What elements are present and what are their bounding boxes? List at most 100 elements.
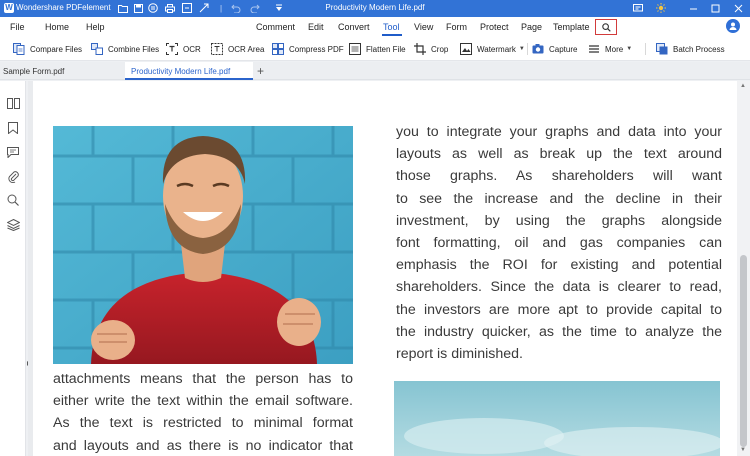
scroll-up-icon[interactable]: ▲ <box>740 83 746 89</box>
ocr-area-label: OCR Area <box>228 44 265 54</box>
text-line: report is diminished. <box>396 345 523 362</box>
toolbar-divider <box>645 43 646 55</box>
menu-form[interactable]: Form <box>446 22 467 32</box>
account-avatar[interactable] <box>726 19 740 33</box>
ocr-area-button[interactable]: OCR Area <box>211 42 264 56</box>
feedback-icon[interactable] <box>631 1 645 15</box>
more-button[interactable]: More ▼ <box>588 42 632 56</box>
ocr-icon <box>166 43 178 55</box>
share-icon[interactable] <box>197 1 211 15</box>
menu-file[interactable]: File <box>10 22 25 32</box>
redo-icon[interactable] <box>248 1 262 15</box>
more-dropdown-icon: ▼ <box>626 46 633 52</box>
close-icon[interactable] <box>731 1 745 15</box>
menu-convert[interactable]: Convert <box>338 22 370 32</box>
flatten-file-label: Flatten File <box>366 44 406 54</box>
menu-template[interactable]: Template <box>553 22 590 32</box>
menu-bar: File Home Help Comment Edit Convert Tool… <box>0 17 750 37</box>
compare-files-icon <box>13 43 25 55</box>
tab-sample-form[interactable]: Sample Form.pdf <box>0 62 124 80</box>
text-line: those graphs. As shareholders will want <box>396 168 722 185</box>
menu-protect[interactable]: Protect <box>480 22 509 32</box>
batch-process-label: Batch Process <box>673 44 725 54</box>
folder-icon[interactable] <box>116 1 130 15</box>
more-label: More <box>605 44 624 54</box>
menu-help[interactable]: Help <box>86 22 105 32</box>
app-title: Wondershare PDFelement <box>16 3 111 12</box>
document-tabs: Sample Form.pdf Productivity Modern Life… <box>0 62 750 80</box>
batch-process-icon <box>656 43 668 55</box>
watermark-icon <box>460 43 472 55</box>
compress-pdf-icon <box>272 43 284 55</box>
watermark-button[interactable]: Watermark ▼ <box>460 42 525 56</box>
bookmark-icon[interactable] <box>5 120 21 136</box>
menu-page[interactable]: Page <box>521 22 542 32</box>
text-line: shareholders. Since the data is clearer … <box>396 279 722 296</box>
menu-home[interactable]: Home <box>45 22 69 32</box>
text-line: font formatting, oil and gas companies c… <box>396 234 722 251</box>
maximize-icon[interactable] <box>708 1 722 15</box>
menu-comment[interactable]: Comment <box>256 22 295 32</box>
menu-lines-icon <box>589 45 599 53</box>
comment-icon[interactable] <box>5 144 21 160</box>
user-icon <box>729 22 737 30</box>
app-window: W Wondershare PDFelement | Productivity … <box>0 0 750 456</box>
layers-icon[interactable] <box>5 217 21 233</box>
batch-process-button[interactable]: Batch Process <box>656 42 725 56</box>
text-line: and layouts and as there is no indicator… <box>53 437 353 454</box>
excited-man-photo <box>53 126 353 364</box>
print-icon[interactable] <box>163 1 177 15</box>
theme-sun-icon[interactable] <box>654 1 668 15</box>
watermark-dropdown-icon: ▼ <box>518 46 525 52</box>
text-line: the investors are more apt to provide ca… <box>396 301 722 318</box>
customize-toolbar-icon[interactable] <box>272 1 286 15</box>
tab-productivity-modern-life[interactable]: Productivity Modern Life.pdf <box>125 62 253 80</box>
attachment-icon[interactable] <box>5 169 21 185</box>
active-menu-indicator <box>382 34 402 36</box>
compress-pdf-label: Compress PDF <box>289 44 344 54</box>
menu-tool[interactable]: Tool <box>383 22 400 32</box>
crop-icon <box>414 43 426 55</box>
text-line: emphasis the ROI for existing and potent… <box>396 257 722 274</box>
search-icon <box>601 22 611 32</box>
ocr-area-icon <box>211 43 223 55</box>
camera-icon <box>532 44 544 54</box>
compare-files-button[interactable]: Compare Files <box>13 42 82 56</box>
minimize-icon[interactable] <box>686 1 700 15</box>
scroll-thumb[interactable] <box>740 255 747 447</box>
thumbnails-icon[interactable] <box>5 95 21 111</box>
combine-files-icon <box>91 43 103 55</box>
text-line: attachments means that the person has to <box>53 371 353 387</box>
text-line: As the text is restricted to minimal for… <box>53 415 353 432</box>
text-line: you to integrate your graphs and data in… <box>396 124 722 140</box>
compress-pdf-button[interactable]: Compress PDF <box>272 42 344 56</box>
combine-files-button[interactable]: Combine Files <box>91 42 159 56</box>
pdf-page: you to integrate your graphs and data in… <box>33 81 737 456</box>
capture-button[interactable]: Capture <box>532 42 577 56</box>
compare-files-label: Compare Files <box>30 44 83 54</box>
flatten-file-button[interactable]: Flatten File <box>349 42 406 56</box>
ocr-button[interactable]: OCR <box>166 42 201 56</box>
text-line: layouts as well as break up the text aro… <box>396 146 722 163</box>
mail-icon[interactable] <box>146 1 160 15</box>
crop-button[interactable]: Crop <box>414 42 448 56</box>
menu-view[interactable]: View <box>414 22 433 32</box>
title-bar: W Wondershare PDFelement | Productivity … <box>0 0 750 17</box>
menu-edit[interactable]: Edit <box>308 22 324 32</box>
combine-files-label: Combine Files <box>108 44 160 54</box>
search-panel-icon[interactable] <box>5 192 21 208</box>
ocr-quick-icon[interactable] <box>180 1 194 15</box>
app-logo-icon: W <box>4 3 14 13</box>
capture-label: Capture <box>549 44 578 54</box>
text-line: to see the increase and the decline in t… <box>396 190 722 207</box>
scroll-down-icon[interactable]: ▼ <box>740 447 746 453</box>
left-sidebar <box>0 81 26 456</box>
toolbar-divider <box>527 43 528 55</box>
save-icon[interactable] <box>131 1 145 15</box>
add-tab-icon[interactable]: + <box>257 64 264 78</box>
undo-icon[interactable] <box>229 1 243 15</box>
left-column-text: attachments means that the person has to… <box>53 368 353 456</box>
search-button[interactable] <box>595 19 617 35</box>
tool-ribbon: Compare Files Combine Files OCR OCR Area… <box>0 37 750 61</box>
vertical-scrollbar[interactable]: ▲ ▼ <box>737 81 750 456</box>
